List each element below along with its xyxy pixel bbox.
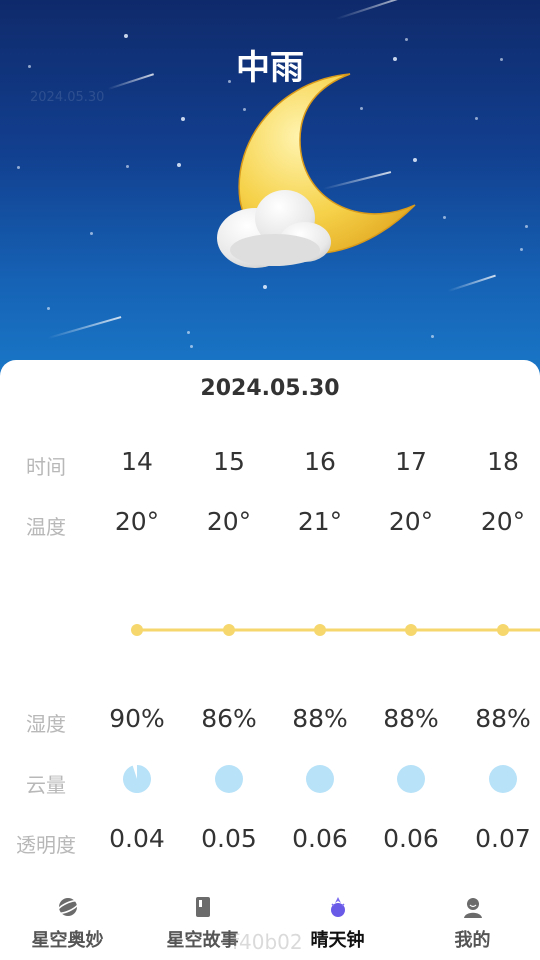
forecast-date: 2024.05.30: [200, 376, 340, 401]
temp-cell: 20°: [114, 507, 160, 536]
star: [124, 34, 128, 38]
weather-condition-title: 中雨: [236, 48, 304, 88]
meteor: [335, 0, 413, 20]
cloud-cover-slice: [489, 765, 517, 793]
humidity-row-label: 湿度: [26, 712, 66, 736]
weather-clock-icon: [331, 897, 345, 917]
transparency-cell: 0.07: [475, 824, 531, 853]
humidity-cell: 86%: [201, 704, 257, 733]
nav-label: 我的: [454, 930, 491, 951]
temp-cell: 21°: [297, 507, 343, 536]
star: [190, 345, 193, 348]
star: [187, 331, 190, 334]
cloud-cover-pie: [489, 765, 517, 793]
humidity-cell: 90%: [109, 704, 165, 733]
temp-row-label: 温度: [26, 515, 66, 539]
meteor: [47, 316, 122, 339]
star: [47, 307, 50, 310]
temperature-point: [314, 624, 326, 636]
hour-cell: 14: [121, 447, 153, 476]
temp-cell: 20°: [480, 507, 526, 536]
cloud-cover-slice: [306, 765, 334, 793]
cloud-cover-slice: [215, 765, 243, 793]
temperature-point: [497, 624, 509, 636]
transparency-cell: 0.06: [383, 824, 439, 853]
nav-label: 星空奥妙: [31, 930, 104, 951]
star: [520, 248, 523, 251]
cloud-cover-pie: [306, 765, 334, 793]
hour-cell: 17: [395, 447, 427, 476]
planet-icon: [56, 898, 80, 916]
humidity-cell: 88%: [475, 704, 531, 733]
nav-item-mine[interactable]: 我的: [405, 890, 540, 960]
temperature-point: [405, 624, 417, 636]
meteor: [447, 274, 496, 292]
moon-cloud-icon: [217, 73, 416, 268]
temperature-point: [131, 624, 143, 636]
transparency-row-label: 透明度: [16, 833, 76, 857]
star: [126, 165, 129, 168]
star: [17, 166, 20, 169]
temp-cell: 20°: [388, 507, 434, 536]
star: [263, 285, 267, 289]
watermark-text: f40b02: [232, 930, 303, 954]
hour-cell: 18: [487, 447, 519, 476]
star: [443, 216, 446, 219]
cloud-cover-slice: [397, 765, 425, 793]
hour-cell: 16: [304, 447, 336, 476]
humidity-cell: 88%: [292, 704, 348, 733]
star: [475, 117, 478, 120]
star: [181, 117, 185, 121]
nav-item-star-mystery[interactable]: 星空奥妙: [0, 890, 135, 960]
faint-date-text: 2024.05.30: [30, 90, 105, 105]
humidity-cell: 88%: [383, 704, 439, 733]
star: [177, 163, 181, 167]
cloud-cover-slice: [123, 765, 151, 793]
hour-cell: 15: [213, 447, 245, 476]
temperature-point: [223, 624, 235, 636]
sky-header: 2024.05.30 中雨: [0, 0, 540, 380]
book-icon: [196, 897, 210, 917]
cloud-cover-pie: [397, 765, 425, 793]
temperature-line-graph: [131, 624, 540, 636]
cloud-cover-pie: [123, 765, 151, 793]
transparency-cell: 0.05: [201, 824, 257, 853]
star: [90, 232, 93, 235]
transparency-cell: 0.06: [292, 824, 348, 853]
star: [525, 225, 528, 228]
temp-cell: 20°: [206, 507, 252, 536]
cloud-cover-pie: [215, 765, 243, 793]
star: [431, 335, 434, 338]
time-row-label: 时间: [26, 455, 66, 479]
cloud-row-label: 云量: [26, 773, 66, 797]
transparency-cell: 0.04: [109, 824, 165, 853]
user-icon: [464, 898, 482, 918]
